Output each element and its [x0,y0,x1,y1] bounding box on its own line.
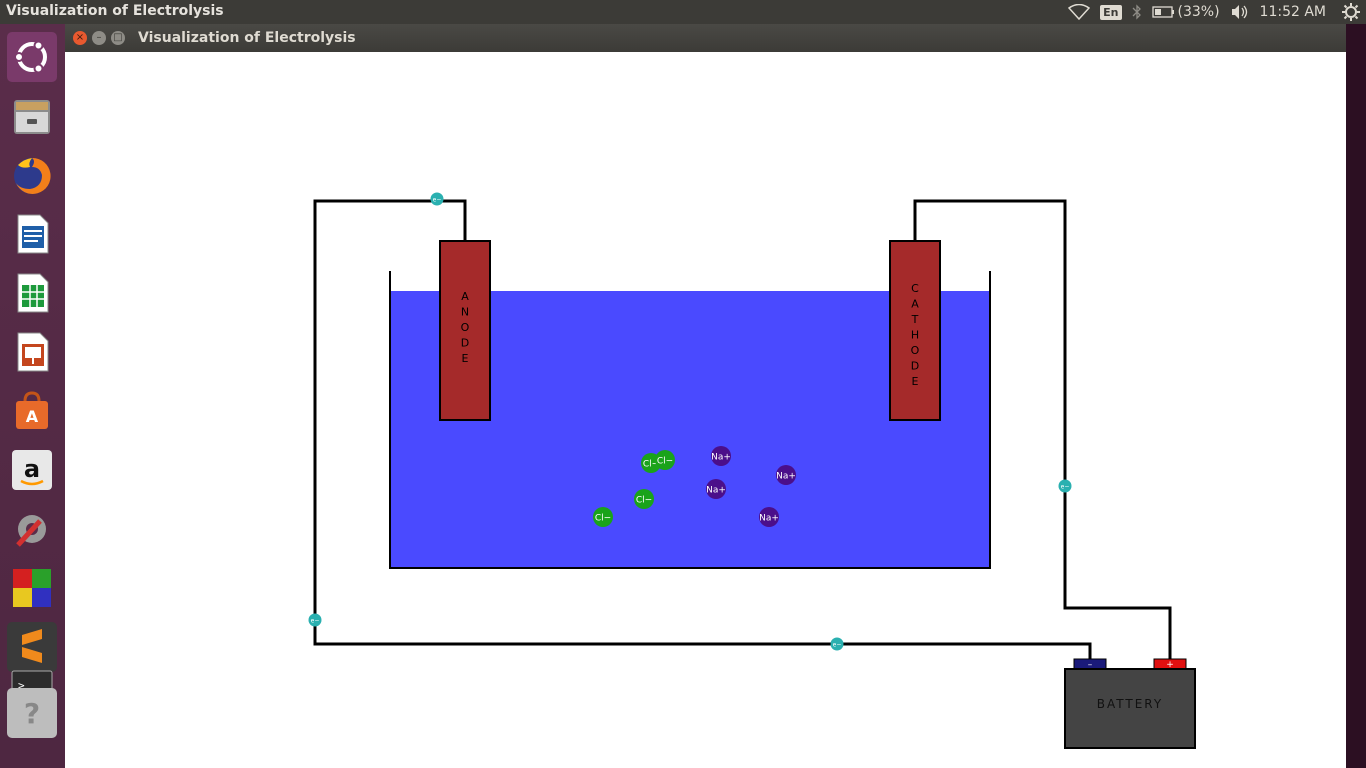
minimize-button[interactable]: – [92,31,106,45]
maximize-button[interactable]: □ [111,31,125,45]
system-tray: En (33%) 11:52 AM [1068,0,1366,24]
battery-indicator[interactable]: (33%) [1151,0,1220,24]
close-button[interactable]: × [73,31,87,45]
volume-icon[interactable] [1230,0,1250,24]
svg-text:a: a [24,455,40,483]
sodium-ion: Na+ [776,465,796,485]
keyboard-indicator[interactable]: En [1100,0,1122,24]
battery: – + BATTERY [1064,658,1196,749]
writer-document-icon[interactable] [7,209,57,259]
electron: e− [1058,479,1072,493]
battery-icon [1151,6,1174,18]
electron: e− [830,637,844,651]
wifi-icon[interactable] [1068,0,1091,24]
electrolysis-canvas: ANODE CATHODE Cl−Cl−Cl−Cl−Na+Na+Na+Na+ e… [308,192,1196,749]
firefox-icon[interactable] [7,150,57,200]
svg-text:Na+: Na+ [706,486,726,496]
battery-label: BATTERY [1097,697,1163,711]
svg-text:e−: e− [433,197,442,204]
keyboard-layout-label: En [1100,4,1122,20]
svg-text:Na+: Na+ [759,514,779,524]
sodium-ion: Na+ [711,446,731,466]
anode-label: ANODE [461,290,470,365]
svg-text:A: A [26,407,39,426]
software-bag-icon[interactable]: A [7,386,57,436]
calc-spreadsheet-icon[interactable] [7,268,57,318]
top-panel-title: Visualization of Electrolysis [6,3,224,19]
cathode-label: CATHODE [911,282,920,388]
sodium-ion: Na+ [759,507,779,527]
file-cabinet-icon[interactable] [7,91,57,141]
amazon-icon[interactable]: a [7,445,57,495]
electron: e− [308,613,322,627]
svg-text:Na+: Na+ [711,453,731,463]
impress-presentation-icon[interactable] [7,327,57,377]
cathode: CATHODE [889,240,941,421]
bluetooth-icon[interactable] [1132,0,1142,24]
svg-text:Cl−: Cl− [636,496,652,506]
colored-blocks-icon[interactable] [7,563,57,613]
sodium-ion: Na+ [706,479,726,499]
app-window: × – □ Visualization of Electrolysis ANOD… [65,24,1346,768]
svg-text:?: ? [24,697,40,730]
svg-text:Cl−: Cl− [595,514,611,524]
svg-text:e−: e− [1061,484,1070,491]
anode: ANODE [439,240,491,421]
help-question-icon[interactable]: ? [7,688,57,738]
chloride-ion: Cl− [634,489,654,509]
electron: e− [430,192,444,206]
svg-text:e−: e− [833,642,842,649]
chloride-ion: Cl− [655,450,675,470]
chloride-ion: Cl− [593,507,613,527]
battery-percent: (33%) [1177,4,1220,20]
desktop-edge [1346,24,1366,768]
svg-text:Cl−: Cl− [657,457,673,467]
settings-gear-icon[interactable] [1342,0,1360,24]
window-titlebar[interactable]: × – □ Visualization of Electrolysis [65,24,1346,52]
ubuntu-logo-icon[interactable] [7,32,57,82]
launcher: A a >_ ? [0,24,65,768]
svg-text:e−: e− [311,618,320,625]
settings-wrench-icon[interactable] [7,504,57,554]
svg-text:Na+: Na+ [776,472,796,482]
top-panel: Visualization of Electrolysis En (33%) 1… [0,0,1366,24]
window-title: Visualization of Electrolysis [138,30,356,46]
clock[interactable]: 11:52 AM [1260,0,1326,24]
